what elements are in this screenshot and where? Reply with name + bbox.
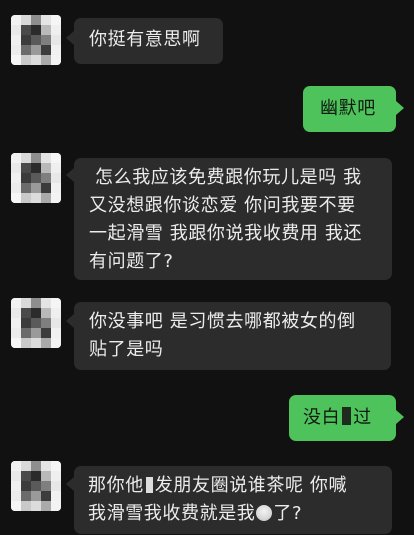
tea-cup-icon xyxy=(256,505,273,521)
message-line: 又没想跟你谈恋爱 你问我要不要 xyxy=(89,195,356,216)
message-line: 有问题了? xyxy=(89,251,174,272)
message-bubble-outgoing: 幽默吧 xyxy=(303,86,396,132)
message-text: 你挺有意思啊 xyxy=(89,29,201,50)
message-text-part: 发朋友圈说谁茶呢 你喊 xyxy=(154,475,348,496)
censor-block-icon xyxy=(342,407,352,425)
message-text-part: 那你他 xyxy=(88,475,144,496)
message-text-part: 过 xyxy=(353,407,372,428)
message-text: 幽默吧 xyxy=(320,98,376,119)
message-bubble-incoming: 怎么我应该免费跟你玩儿是吗 我 又没想跟你谈恋爱 你问我要不要 一起滑雪 我跟你… xyxy=(74,158,392,280)
message-text-part: 我滑雪我收费就是我 xyxy=(88,503,256,524)
contact-avatar[interactable] xyxy=(11,15,61,65)
contact-avatar[interactable] xyxy=(11,461,61,511)
censor-block-icon xyxy=(145,477,153,493)
message-line: 怎么我应该免费跟你玩儿是吗 我 xyxy=(95,167,362,188)
message-bubble-outgoing: 没白过 xyxy=(289,395,396,441)
contact-avatar[interactable] xyxy=(11,298,61,348)
message-bubble-incoming: 你挺有意思啊 xyxy=(74,18,223,64)
chat-area: 你挺有意思啊 幽默吧 怎么我应该免费跟你玩儿是吗 我 又没想跟你谈恋爱 你问我要… xyxy=(0,0,414,535)
message-text-part: 没白 xyxy=(303,407,341,428)
message-line: 我滑雪我收费就是我 了? xyxy=(88,500,388,528)
message-line: 一起滑雪 我跟你说我收费用 我还 xyxy=(89,223,363,244)
message-line: 贴了是吗 xyxy=(89,339,164,360)
message-bubble-incoming: 那你他 发朋友圈说谁茶呢 你喊 我滑雪我收费就是我 了? xyxy=(74,466,392,534)
contact-avatar[interactable] xyxy=(11,153,61,203)
message-bubble-incoming: 你没事吧 是习惯去哪都被女的倒 贴了是吗 xyxy=(74,302,391,370)
message-line: 你没事吧 是习惯去哪都被女的倒 xyxy=(89,311,356,332)
message-line: 那你他 发朋友圈说谁茶呢 你喊 xyxy=(88,472,388,500)
message-text-part: 了? xyxy=(273,503,303,524)
